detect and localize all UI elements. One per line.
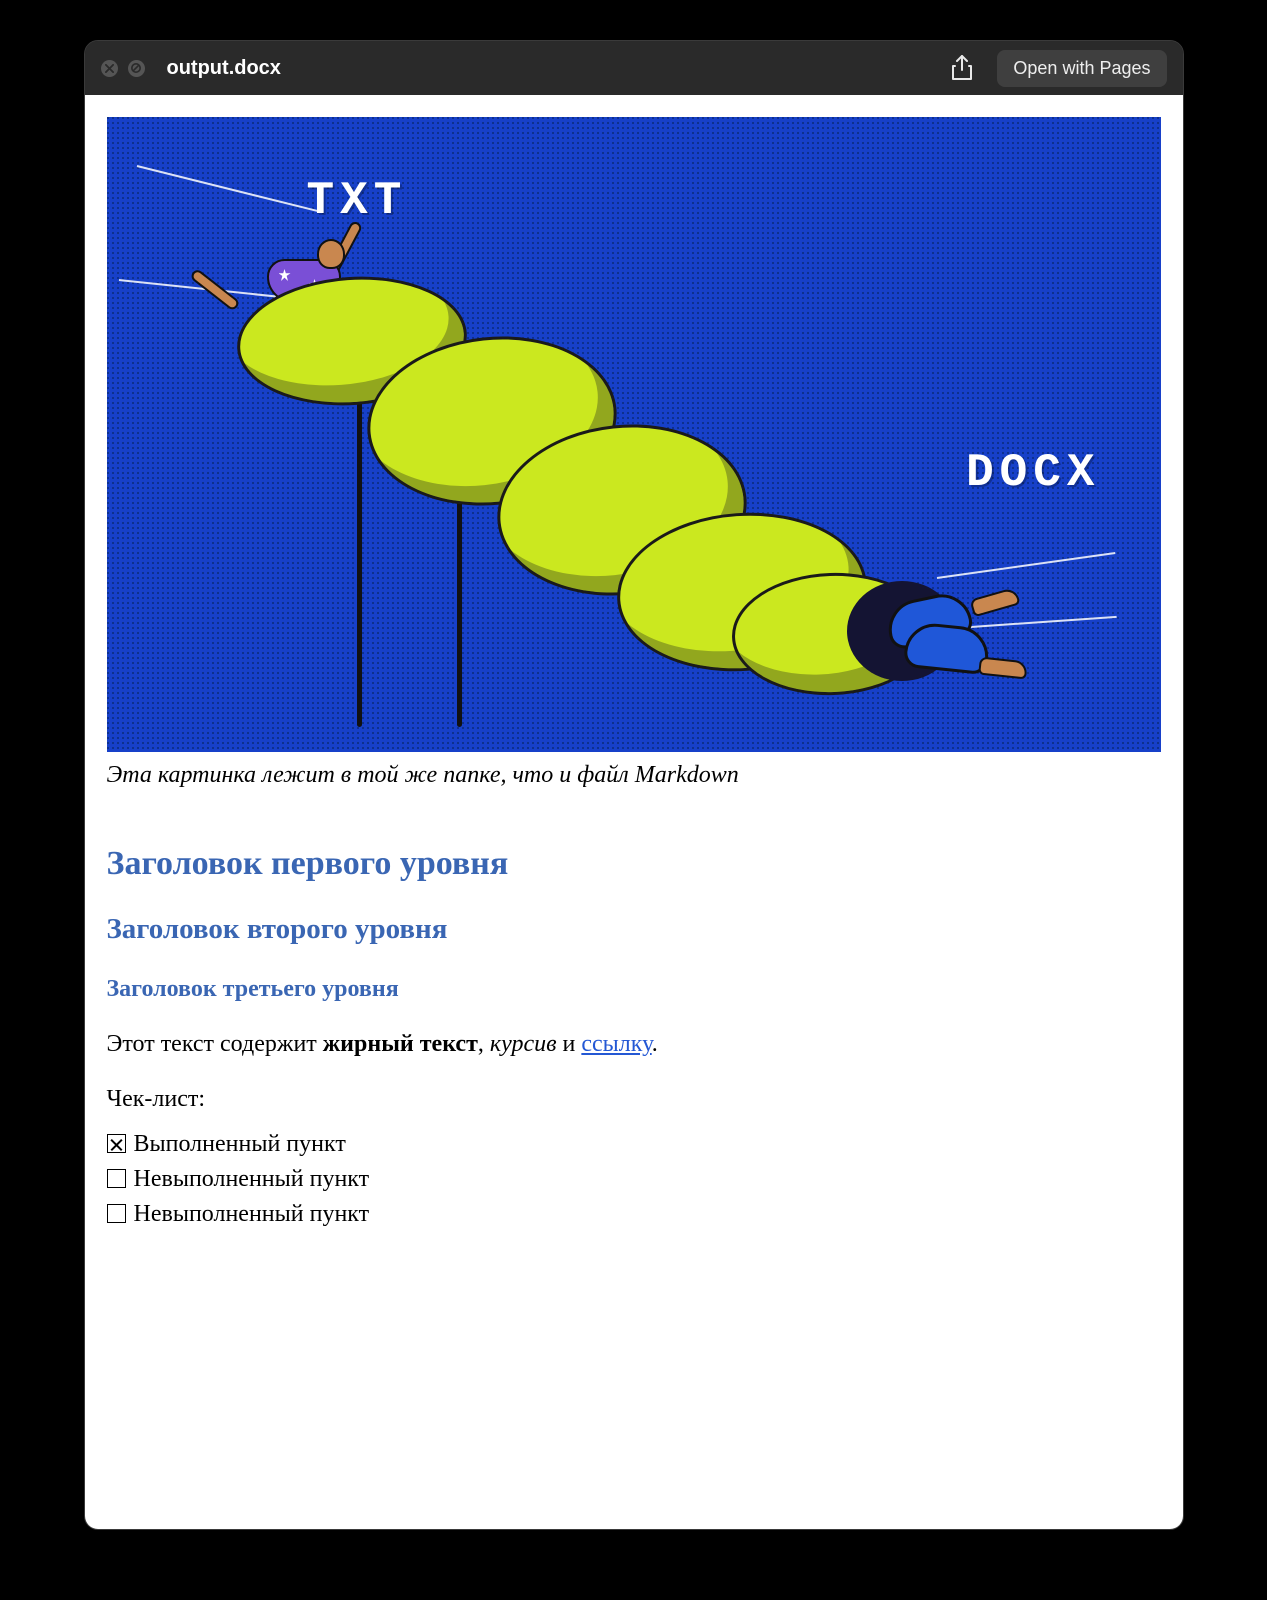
share-button[interactable] — [945, 51, 979, 85]
para-prefix: Этот текст содержит — [107, 1031, 323, 1057]
document-content[interactable]: TXT DOCX — [85, 95, 1183, 1529]
para-italic: курсив — [490, 1031, 557, 1057]
window-title: output.docx — [167, 57, 281, 80]
preview-window: output.docx Open with Pages TXT DOCX — [84, 40, 1184, 1530]
disabled-icon — [131, 63, 141, 73]
checklist-item: Невыполненный пункт — [107, 1162, 1161, 1197]
checklist-item: Невыполненный пункт — [107, 1197, 1161, 1232]
para-suffix: . — [652, 1031, 658, 1057]
para-sep2: и — [557, 1031, 582, 1057]
checklist-item: Выполненный пункт — [107, 1127, 1161, 1162]
checkbox-icon — [107, 1169, 126, 1188]
para-bold: жирный текст — [323, 1031, 478, 1057]
checklist-title: Чек-лист: — [107, 1086, 1161, 1113]
close-icon — [105, 64, 114, 73]
checkbox-icon — [107, 1204, 126, 1223]
checklist-item-label: Невыполненный пункт — [134, 1201, 370, 1227]
image-caption: Эта картинка лежит в той же папке, что и… — [107, 762, 1161, 789]
slide-illustration — [227, 297, 987, 697]
close-window-button[interactable] — [101, 60, 118, 77]
checkbox-icon — [107, 1134, 126, 1153]
hero-illustration: TXT DOCX — [107, 117, 1161, 752]
para-sep1: , — [478, 1031, 490, 1057]
minimize-window-button[interactable] — [128, 60, 145, 77]
checklist-item-label: Невыполненный пункт — [134, 1166, 370, 1192]
formatted-paragraph: Этот текст содержит жирный текст, курсив… — [107, 1031, 1161, 1058]
open-with-button[interactable]: Open with Pages — [997, 50, 1166, 87]
heading-3: Заголовок третьего уровня — [107, 976, 1161, 1003]
heading-2: Заголовок второго уровня — [107, 913, 1161, 946]
para-link[interactable]: ссылку — [581, 1031, 651, 1057]
checklist-item-label: Выполненный пункт — [134, 1131, 346, 1157]
checklist: Выполненный пункт Невыполненный пункт Не… — [107, 1127, 1161, 1231]
titlebar: output.docx Open with Pages — [85, 41, 1183, 95]
heading-1: Заголовок первого уровня — [107, 845, 1161, 883]
hero-label-txt: TXT — [307, 175, 408, 227]
window-controls — [101, 60, 145, 77]
share-icon — [951, 55, 973, 81]
